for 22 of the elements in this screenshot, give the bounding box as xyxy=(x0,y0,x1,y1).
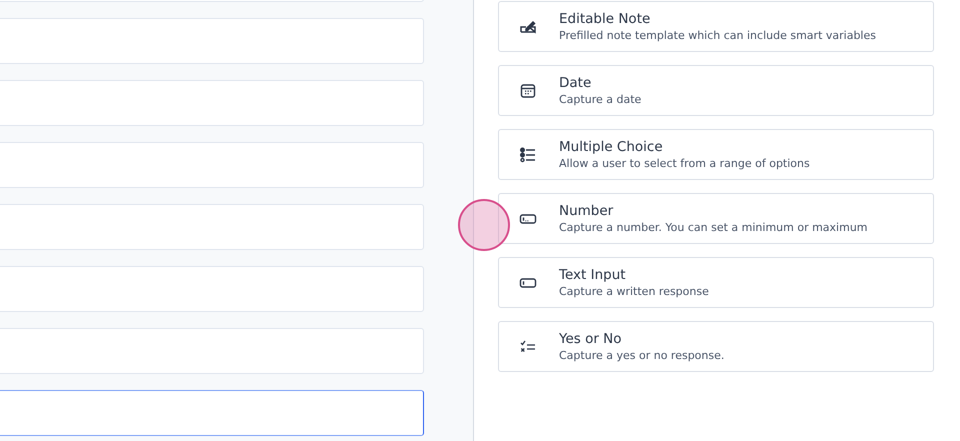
field-type-title: Number xyxy=(559,202,614,220)
field-type-description: Capture a number. You can set a minimum or maximum xyxy=(559,220,868,236)
field-type-description: Capture a yes or no response. xyxy=(559,348,724,364)
field-type-card[interactable]: Yes or No Capture a yes or no response. xyxy=(498,321,934,372)
field-type-card[interactable]: Editable Note Prefilled note template which can include smart variables xyxy=(498,1,934,52)
field-type-card[interactable]: Date Capture a date xyxy=(498,65,934,116)
touch-indicator xyxy=(458,199,510,251)
calendar-icon xyxy=(519,82,537,100)
field-type-card[interactable]: Number Capture a number. You can set a minimum or maximum xyxy=(498,193,934,244)
field-type-description: Allow a user to select from a range of options xyxy=(559,156,810,172)
input-field[interactable] xyxy=(0,390,424,436)
list-icon xyxy=(519,146,537,164)
field-type-title: Text Input xyxy=(559,266,627,284)
field-type-title: Editable Note xyxy=(559,10,652,28)
field-type-card[interactable]: Multiple Choice Allow a user to select from a range of options xyxy=(498,129,934,180)
field-type-description: Capture a date xyxy=(559,92,642,108)
field-type-description: Capture a written response xyxy=(559,284,709,300)
field-type-description: Prefilled note template which can include smart variables xyxy=(559,28,876,44)
field-type-title: Multiple Choice xyxy=(559,138,664,156)
field-type-title: Date xyxy=(559,74,592,92)
field-type-title: Yes or No xyxy=(559,330,623,348)
field-type-card[interactable]: Text Input Capture a written response xyxy=(498,257,934,308)
